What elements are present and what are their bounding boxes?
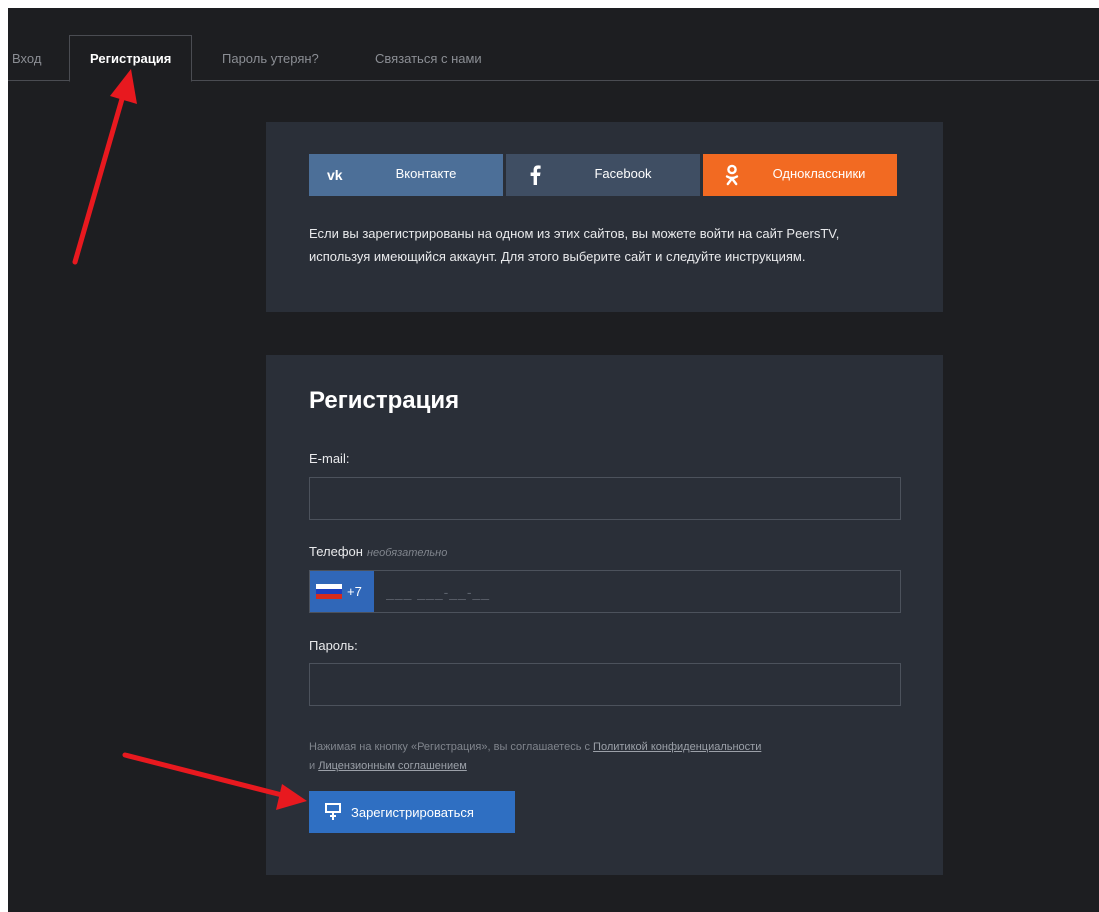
terms-and: и (309, 760, 316, 772)
terms-note: Нажимая на кнопку «Регистрация», вы согл… (309, 738, 889, 776)
screen: Вход Регистрация Пароль утерян? Связатьс… (8, 8, 1099, 912)
registration-card: Регистрация E-mail: Телефон необязательно… (266, 355, 943, 875)
license-agreement-link[interactable]: Лицензионным соглашением (318, 760, 467, 772)
privacy-policy-link[interactable]: Политикой конфиденциальности (593, 741, 761, 753)
odnoklassniki-button[interactable]: Одноклассники (703, 154, 897, 196)
registration-title: Регистрация (309, 387, 460, 414)
phone-field[interactable] (374, 571, 900, 612)
tab-contact-us[interactable]: Связаться с нами (375, 49, 482, 69)
password-field[interactable] (309, 663, 901, 706)
email-field[interactable] (309, 477, 901, 520)
facebook-button-label: Facebook (594, 166, 652, 181)
vk-button-label: Вконтакте (395, 166, 457, 181)
register-button-label: Зарегистрироваться (351, 804, 474, 820)
vk-icon: vk (323, 154, 353, 196)
phone-optional-hint: необязательно (366, 547, 448, 559)
phone-label: Телефон необязательно (309, 544, 447, 559)
social-login-note: Если вы зарегистрированы на одном из эти… (309, 226, 840, 264)
terms-text: Нажимая на кнопку «Регистрация», вы согл… (309, 741, 590, 753)
register-icon (325, 803, 343, 821)
email-label: E-mail: (309, 451, 350, 466)
tab-bar: Вход Регистрация Пароль утерян? Связатьс… (8, 8, 1099, 82)
tab-lost-password[interactable]: Пароль утерян? (222, 49, 319, 69)
facebook-button[interactable]: Facebook (506, 154, 700, 196)
tab-registration[interactable]: Регистрация (69, 35, 193, 82)
odnoklassniki-button-label: Одноклассники (772, 166, 866, 181)
russia-flag-icon (316, 583, 342, 600)
register-button[interactable]: Зарегистрироваться (309, 791, 515, 833)
password-label: Пароль: (309, 638, 358, 653)
phone-field-group: +7 (309, 570, 901, 613)
tab-login[interactable]: Вход (12, 49, 41, 69)
social-login-card: vk Вконтакте Facebook Одноклассники Если… (266, 122, 943, 312)
facebook-icon (520, 154, 550, 196)
svg-text:vk: vk (327, 168, 343, 182)
vk-button[interactable]: vk Вконтакте (309, 154, 503, 196)
odnoklassniki-icon (717, 154, 747, 196)
phone-label-text: Телефон (309, 544, 363, 559)
country-code-selector[interactable]: +7 (310, 571, 374, 612)
country-code: +7 (347, 584, 362, 599)
